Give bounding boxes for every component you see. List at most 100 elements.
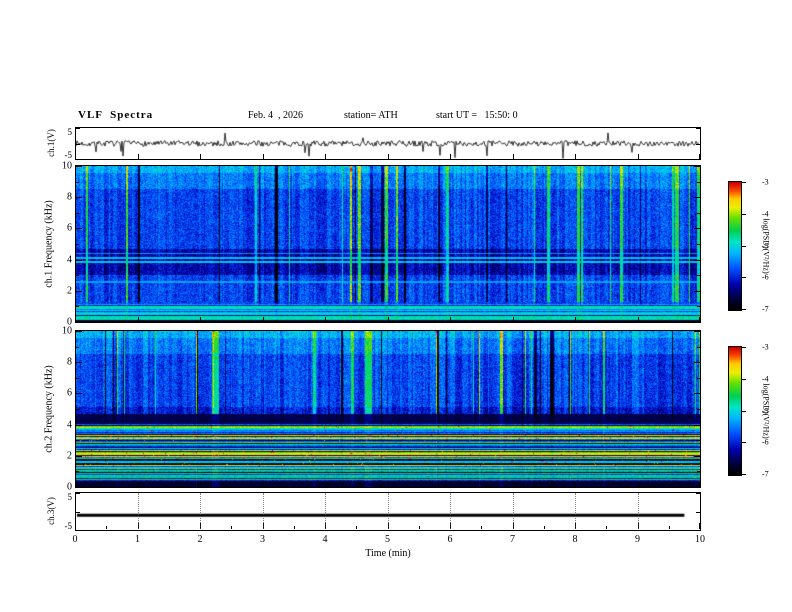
x-tick-label: 6 xyxy=(447,534,453,545)
x-axis-minor-tick xyxy=(106,526,108,529)
freq-axis-tick xyxy=(697,275,700,277)
freq-tick-label: 8 xyxy=(67,191,72,203)
freq-axis-tick xyxy=(697,181,700,183)
x-tick-label: 9 xyxy=(635,534,640,545)
x-axis-tick xyxy=(512,317,514,322)
x-axis-minor-tick xyxy=(481,526,483,529)
freq-tick-label: 10 xyxy=(62,160,72,172)
freq-axis-tick xyxy=(694,424,700,426)
colorbar-tick xyxy=(742,442,746,444)
colorbar-ch1-canvas xyxy=(729,182,741,310)
plot-title: VLF Spectra xyxy=(78,109,154,121)
ch2-spectrogram-canvas xyxy=(76,331,700,487)
colorbar-tick xyxy=(742,277,746,279)
start-ut-label: start UT = 15:50: 0 xyxy=(436,110,518,121)
x-axis-tick xyxy=(325,317,326,322)
freq-axis-tick xyxy=(76,322,82,323)
freq-axis-tick xyxy=(697,440,700,442)
freq-axis-tick xyxy=(76,275,79,277)
freq-axis-tick xyxy=(76,409,79,410)
x-tick-label: 3 xyxy=(260,534,265,545)
freq-axis-tick xyxy=(694,197,700,199)
freq-axis-tick xyxy=(694,455,700,457)
voltage-axis-tick xyxy=(76,530,80,531)
ch2-frequency-axis-label: ch.2 Frequency (kHz) xyxy=(43,365,55,453)
voltage-axis-tick xyxy=(696,493,700,494)
x-axis-tick xyxy=(637,154,639,159)
colorbar-tick xyxy=(742,213,746,215)
colorbar-ch2 xyxy=(728,346,742,476)
freq-axis-tick xyxy=(76,471,79,473)
voltage-axis-tick xyxy=(76,128,80,129)
minute-grid-line xyxy=(575,493,576,529)
voltage-axis-tick xyxy=(696,128,700,129)
colorbar-tick-label: -5 xyxy=(762,241,769,250)
colorbar-ch1 xyxy=(728,181,742,311)
x-axis-tick xyxy=(637,482,639,487)
colorbar-tick-label: -4 xyxy=(762,374,769,384)
x-axis-minor-tick xyxy=(231,526,233,529)
freq-axis-tick xyxy=(76,290,82,292)
freq-axis-tick xyxy=(697,306,700,308)
x-axis-tick xyxy=(262,317,264,322)
freq-tick-label: 8 xyxy=(67,356,72,368)
freq-axis-tick xyxy=(694,487,700,488)
time-axis-label: Time (min) xyxy=(365,548,411,559)
x-axis-tick xyxy=(387,154,389,159)
minute-grid-line xyxy=(262,493,264,529)
x-axis-tick xyxy=(512,154,514,159)
station-label: station= ATH xyxy=(344,110,398,121)
minute-grid-line xyxy=(200,493,201,529)
ch1-spectrogram-panel xyxy=(75,165,701,323)
freq-axis-tick xyxy=(694,393,700,395)
freq-axis-tick xyxy=(697,346,700,348)
colorbar-tick-label: -7 xyxy=(762,304,769,314)
x-axis-tick xyxy=(699,523,700,529)
x-axis-tick xyxy=(200,482,201,487)
voltage-axis-tick xyxy=(696,530,700,531)
freq-axis-tick xyxy=(694,228,700,230)
voltage-tick-label: -5 xyxy=(64,150,73,160)
x-tick-label: 8 xyxy=(572,534,578,545)
freq-axis-tick xyxy=(697,212,700,214)
x-axis-tick xyxy=(575,317,576,322)
x-axis-tick xyxy=(450,154,451,159)
x-axis-tick xyxy=(450,482,451,487)
freq-tick-label: 2 xyxy=(67,450,72,462)
freq-axis-tick xyxy=(76,487,82,488)
freq-axis-tick xyxy=(76,424,82,426)
voltage-axis-tick xyxy=(696,159,700,160)
x-axis-minor-tick xyxy=(668,526,670,529)
colorbar-tick xyxy=(742,378,746,380)
freq-axis-tick xyxy=(697,471,700,473)
ch1-frequency-axis-label: ch.1 Frequency (kHz) xyxy=(43,200,55,288)
freq-axis-tick xyxy=(694,331,700,332)
voltage-axis-tick xyxy=(76,511,80,513)
freq-axis-tick xyxy=(76,393,82,395)
x-axis-tick xyxy=(200,154,201,159)
x-tick-label: 7 xyxy=(510,534,515,545)
freq-tick-label: 2 xyxy=(67,285,72,297)
x-tick-label: 2 xyxy=(197,534,203,545)
x-axis-tick xyxy=(512,482,514,487)
freq-axis-tick xyxy=(76,197,82,199)
freq-axis-tick xyxy=(76,346,79,348)
freq-axis-tick xyxy=(76,212,79,214)
minute-grid-line xyxy=(137,493,139,529)
minute-grid-line xyxy=(450,493,451,529)
freq-axis-tick xyxy=(694,259,700,261)
x-axis-minor-tick xyxy=(356,526,358,529)
freq-axis-tick xyxy=(694,362,700,364)
date-label: Feb. 4 , 2026 xyxy=(248,110,303,121)
freq-axis-tick xyxy=(76,377,79,379)
colorbar-tick-label: -6 xyxy=(762,437,769,447)
voltage-axis-tick xyxy=(696,143,700,145)
voltage-axis-tick xyxy=(696,511,700,513)
freq-axis-tick xyxy=(76,331,82,332)
freq-tick-label: 0 xyxy=(67,481,72,493)
freq-axis-tick xyxy=(76,440,79,442)
x-axis-tick xyxy=(262,154,264,159)
x-axis-minor-tick xyxy=(418,526,420,529)
voltage-tick-label: 5 xyxy=(67,492,73,502)
ch1-voltage-axis-label: ch.1(V) xyxy=(46,129,56,157)
